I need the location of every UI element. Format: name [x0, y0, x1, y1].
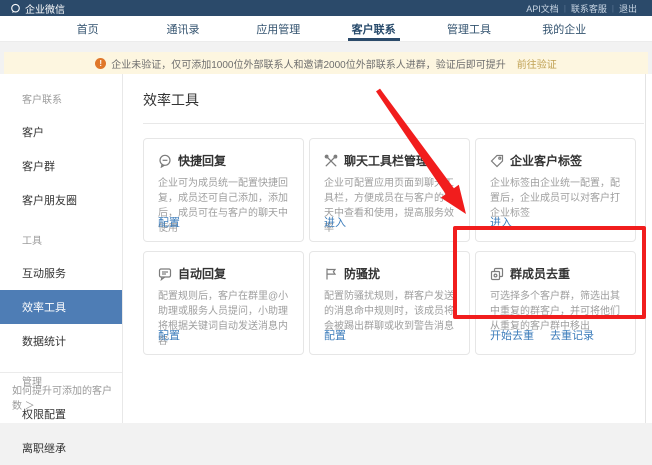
- nav-my-enterprise[interactable]: 我的企业: [517, 16, 612, 41]
- primary-nav: 首页 通讯录 应用管理 客户联系 管理工具 我的企业: [0, 16, 652, 42]
- sidebar-item-customer-moments[interactable]: 客户朋友圈: [0, 183, 122, 217]
- card-quick-reply: 快捷回复 企业可为成员统一配置快捷回复，成员还可自己添加，添加后，成员可在与客户…: [143, 138, 304, 242]
- group-dedup-icon: [490, 267, 504, 281]
- nav-home[interactable]: 首页: [40, 16, 135, 41]
- card-title: 聊天工具栏管理: [344, 152, 428, 169]
- auto-reply-icon: [158, 267, 172, 281]
- chat-toolbar-icon: [324, 154, 338, 168]
- api-docs-link[interactable]: API文档: [521, 2, 564, 15]
- dedup-records-link[interactable]: 去重记录: [550, 327, 594, 343]
- warning-text: 企业未验证，仅可添加1000位外部联系人和邀请2000位外部联系人进群，验证后即…: [111, 56, 506, 71]
- quick-reply-configure-link[interactable]: 配置: [158, 214, 180, 230]
- sidebar-section-tools: 工具: [0, 223, 122, 256]
- topbar-links: API文档 | 联系客服 | 退出: [521, 2, 642, 15]
- sidebar: 客户联系 客户 客户群 客户朋友圈 工具 互动服务 效率工具 数据统计 管理 权…: [0, 74, 123, 423]
- app-logo-label: 企业微信: [25, 1, 65, 16]
- start-dedup-link[interactable]: 开始去重: [490, 327, 534, 343]
- sidebar-item-customer-groups[interactable]: 客户群: [0, 149, 122, 183]
- sidebar-item-data-statistics[interactable]: 数据统计: [0, 324, 122, 358]
- card-title: 企业客户标签: [510, 152, 582, 169]
- card-anti-harassment: 防骚扰 配置防骚扰规则，群客户发送的消息命中规则时，该成员将会被踢出群聊或收到警…: [309, 251, 470, 355]
- warning-icon: !: [95, 58, 106, 69]
- verification-warning-banner: ! 企业未验证，仅可添加1000位外部联系人和邀请2000位外部联系人进群，验证…: [4, 52, 648, 74]
- content-area: 客户联系 客户 客户群 客户朋友圈 工具 互动服务 效率工具 数据统计 管理 权…: [0, 74, 652, 423]
- contact-support-link[interactable]: 联系客服: [566, 2, 612, 15]
- tool-cards-grid: 快捷回复 企业可为成员统一配置快捷回复，成员还可自己添加，添加后，成员可在与客户…: [143, 138, 644, 355]
- sidebar-item-interactive-services[interactable]: 互动服务: [0, 256, 122, 290]
- card-title: 防骚扰: [344, 265, 380, 282]
- card-title: 自动回复: [178, 265, 226, 282]
- customer-tags-enter-link[interactable]: 进入: [490, 214, 512, 230]
- auto-reply-configure-link[interactable]: 配置: [158, 327, 180, 343]
- increase-customer-limit-link[interactable]: 如何提升可添加的客户数 ＞: [0, 372, 122, 423]
- customer-tag-icon: [490, 154, 504, 168]
- app-logo[interactable]: 企业微信: [10, 1, 65, 16]
- logout-link[interactable]: 退出: [614, 2, 642, 15]
- nav-app-management[interactable]: 应用管理: [231, 16, 326, 41]
- wework-logo-icon: [10, 3, 21, 14]
- card-title: 快捷回复: [178, 152, 226, 169]
- sidebar-section-customer-contact: 客户联系: [0, 82, 122, 115]
- go-verify-link[interactable]: 前往验证: [517, 56, 557, 71]
- chat-toolbar-enter-link[interactable]: 进入: [324, 214, 346, 230]
- card-customer-tags: 企业客户标签 企业标签由企业统一配置，配置后，企业成员可以对客户打企业标签 进入: [475, 138, 636, 242]
- sidebar-item-resignation-inheritance[interactable]: 离职继承: [0, 431, 122, 465]
- chevron-right-icon: ＞: [25, 401, 35, 412]
- card-group-member-dedup: 群成员去重 可选择多个客户群，筛选出其中重复的群客户，并可将他们从重复的客户群中…: [475, 251, 636, 355]
- main-panel: 效率工具 快捷回复 企业可为成员统一配置快捷回复，成员还可自己添加，添加后，成员…: [123, 74, 652, 423]
- nav-management-tools[interactable]: 管理工具: [421, 16, 516, 41]
- anti-harassment-icon: [324, 267, 338, 281]
- sidebar-item-customers[interactable]: 客户: [0, 115, 122, 149]
- card-title: 群成员去重: [510, 265, 570, 282]
- card-chat-toolbar: 聊天工具栏管理 企业可配置应用页面到聊天工具栏，方便成员在与客户的聊天中查看和使…: [309, 138, 470, 242]
- nav-customer-contact[interactable]: 客户联系: [326, 16, 421, 41]
- banner-wrap: ! 企业未验证，仅可添加1000位外部联系人和邀请2000位外部联系人进群，验证…: [0, 42, 652, 74]
- card-auto-reply: 自动回复 配置规则后，客户在群里@小助理或服务人员提问，小助理将根据关键词自动发…: [143, 251, 304, 355]
- top-bar: 企业微信 API文档 | 联系客服 | 退出: [0, 0, 652, 16]
- anti-harassment-configure-link[interactable]: 配置: [324, 327, 346, 343]
- page-title: 效率工具: [143, 90, 644, 124]
- quick-reply-icon: [158, 154, 172, 168]
- sidebar-item-efficiency-tools[interactable]: 效率工具: [0, 290, 122, 324]
- nav-contacts[interactable]: 通讯录: [135, 16, 230, 41]
- content-right-divider: [645, 74, 646, 423]
